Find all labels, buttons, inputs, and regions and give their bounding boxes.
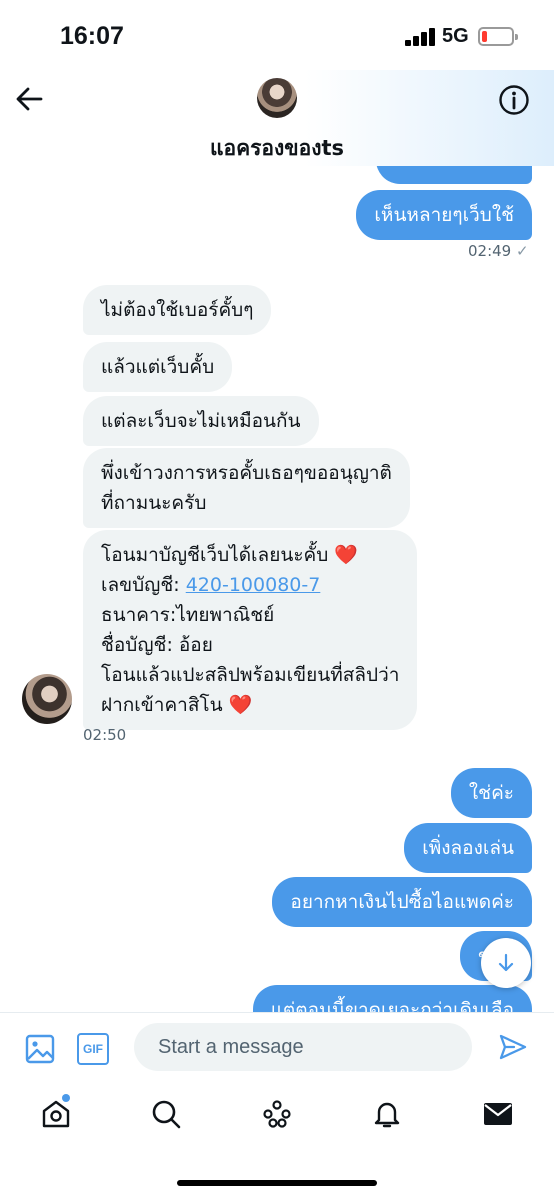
message-bubble-sent[interactable]: เพิ่งลองเล่น [404,823,532,873]
mail-icon [484,1103,512,1125]
message-bubble-sent[interactable]: อยากหาเงินไปซื้อไอแพดค่ะ [272,877,532,927]
tab-spaces[interactable] [261,1098,293,1130]
bottom-tab-bar [0,1082,554,1200]
back-button[interactable] [14,84,44,114]
image-button[interactable] [24,1033,56,1065]
message-thread[interactable]: เห็นหลายๆเว็บใช้ 02:49 ✓ ไม่ต้องใช้เบอร์… [0,166,554,1012]
message-bubble-sent[interactable]: เห็นหลายๆเว็บใช้ [356,190,532,240]
status-bar: 16:07 5G [0,0,554,70]
message-bubble-sent[interactable]: ใช่ค่ะ [450,768,532,818]
message-bubble-received[interactable]: แต่ละเว็บจะไม่เหมือนกัน [83,396,319,446]
arrow-down-icon [498,953,514,972]
notification-dot [62,1094,70,1102]
gif-button[interactable]: GIF [77,1033,109,1065]
send-icon [499,1034,527,1060]
message-line: โอนแล้วแปะสลิปพร้อมเขียนที่สลิปว่า [101,664,400,686]
network-type: 5G [442,25,469,47]
image-icon [25,1034,55,1064]
tab-search[interactable] [150,1098,182,1130]
message-composer: GIF [0,1012,554,1082]
message-line: ชื่อบัญชี: อ้อย [101,634,213,656]
message-input[interactable] [134,1023,472,1071]
home-indicator [177,1180,377,1186]
bell-icon [374,1102,400,1128]
header-avatar[interactable] [257,78,297,118]
message-line: ธนาคาร:ไทยพาณิชย์ [101,604,275,626]
message-timestamp: 02:50 [83,726,127,744]
status-time: 16:07 [60,22,124,50]
spaces-icon [263,1100,291,1128]
home-icon [42,1100,70,1128]
back-arrow-icon [16,87,43,111]
message-bubble-sent[interactable]: แต่ตอนนี้ขาดเยอะกว่าเดิมเลือ [252,985,532,1012]
message-bubble-received[interactable]: ไม่ต้องใช้เบอร์คั้บๆ [83,285,272,335]
send-button[interactable] [498,1032,528,1062]
message-line: ที่ถามนะครับ [101,492,207,514]
info-icon [499,85,529,115]
search-icon [152,1100,181,1129]
message-timestamp: 02:49 ✓ [468,242,529,260]
tab-notifications[interactable] [371,1098,403,1130]
sender-avatar[interactable] [22,674,72,724]
conversation-name[interactable]: แอครองของts [0,132,554,165]
signal-icon [405,28,437,46]
message-line: ฝากเข้าคาสิโน ❤️ [101,694,253,716]
conversation-header: แอครองของts [0,70,554,166]
message-line: โอนมาบัญชีเว็บได้เลยนะคั้บ ❤️ [101,544,358,566]
scroll-down-button[interactable] [481,938,531,988]
account-number-link[interactable]: 420-100080-7 [186,574,321,596]
message-bubble-sent[interactable] [376,166,532,184]
tab-messages[interactable] [482,1098,514,1130]
tab-home[interactable] [40,1098,72,1130]
message-line: พึ่งเข้าวงการหรอคั้บเธอๆขออนุญาติ [101,462,392,484]
message-line: เลขบัญชี: 420-100080-7 [101,574,321,596]
battery-icon [478,27,518,46]
info-button[interactable] [498,84,530,116]
message-bubble-received[interactable]: พึ่งเข้าวงการหรอคั้บเธอๆขออนุญาติ ที่ถาม… [83,448,410,528]
message-bubble-received[interactable]: โอนมาบัญชีเว็บได้เลยนะคั้บ ❤️ เลขบัญชี: … [83,530,418,730]
message-bubble-received[interactable]: แล้วแต่เว็บคั้บ [83,342,233,392]
sent-check-icon: ✓ [516,242,529,260]
